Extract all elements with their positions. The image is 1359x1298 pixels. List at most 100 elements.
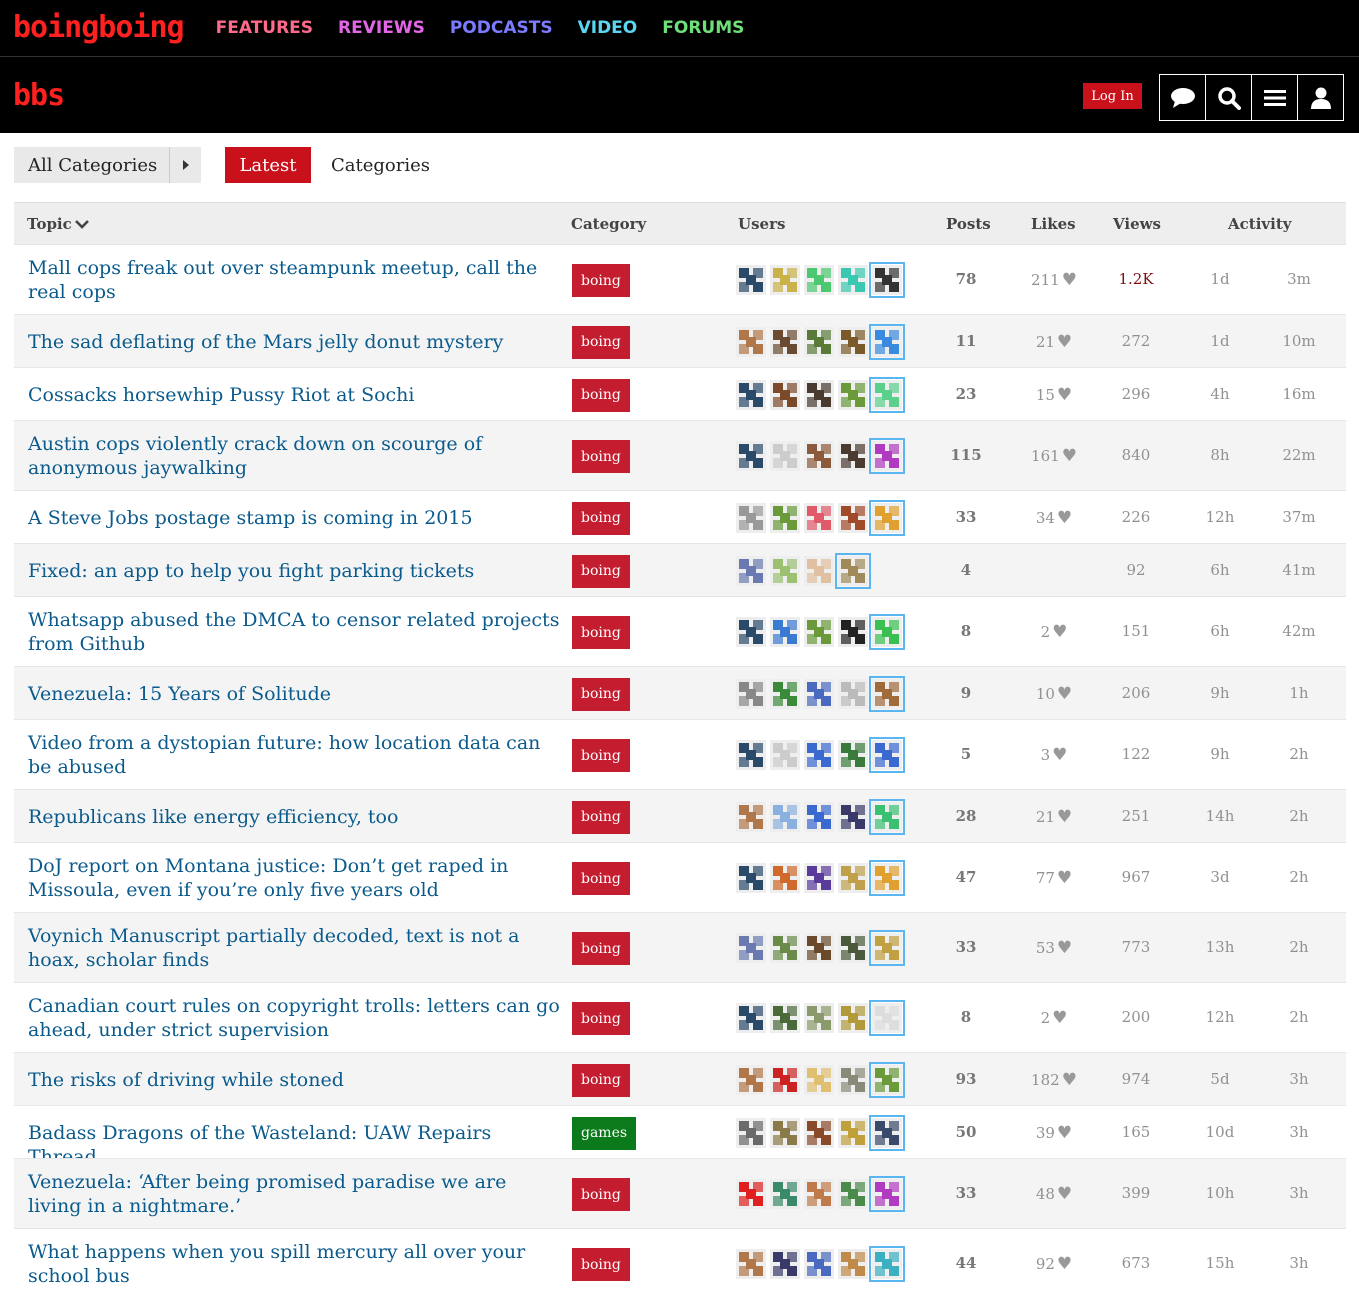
last-activity[interactable]: 2h	[1276, 868, 1322, 886]
created-age[interactable]: 1d	[1199, 270, 1241, 288]
avatar[interactable]	[804, 502, 834, 533]
posts-count[interactable]: 93	[946, 1070, 986, 1088]
last-activity[interactable]: 22m	[1276, 446, 1322, 464]
avatar[interactable]	[770, 801, 800, 832]
avatar[interactable]	[736, 502, 766, 533]
avatar[interactable]	[869, 675, 905, 712]
created-age[interactable]: 10d	[1199, 1123, 1241, 1141]
col-views[interactable]: Views	[1113, 215, 1161, 233]
avatar[interactable]	[736, 863, 766, 893]
created-age[interactable]: 9h	[1199, 684, 1241, 702]
avatar[interactable]	[804, 1003, 834, 1033]
avatar[interactable]	[869, 860, 905, 896]
avatar[interactable]	[770, 678, 800, 709]
menu-button[interactable]	[1251, 74, 1298, 121]
avatar[interactable]	[804, 555, 834, 586]
avatar[interactable]	[770, 1117, 800, 1148]
avatar[interactable]	[838, 933, 868, 963]
category-badge[interactable]: boing	[572, 932, 630, 965]
topic-title-link[interactable]: Fixed: an app to help you fight parking …	[28, 559, 563, 583]
last-activity[interactable]: 41m	[1276, 561, 1322, 579]
created-age[interactable]: 1d	[1199, 332, 1241, 350]
nav-forums[interactable]: FORUMS	[662, 18, 744, 38]
avatar[interactable]	[838, 1064, 868, 1095]
avatar[interactable]	[869, 614, 905, 650]
login-button[interactable]: Log In	[1083, 83, 1142, 109]
last-activity[interactable]: 10m	[1276, 332, 1322, 350]
last-activity[interactable]: 42m	[1276, 622, 1322, 640]
topic-title-link[interactable]: Cossacks horsewhip Pussy Riot at Sochi	[28, 383, 563, 407]
avatar[interactable]	[736, 1117, 766, 1148]
topic-title-link[interactable]: Venezuela: 15 Years of Solitude	[28, 682, 563, 706]
category-badge[interactable]: boing	[572, 440, 630, 473]
avatar[interactable]	[770, 1179, 800, 1209]
avatar[interactable]	[838, 441, 868, 471]
avatar[interactable]	[770, 617, 800, 647]
last-activity[interactable]: 2h	[1276, 745, 1322, 763]
topic-title-link[interactable]: Venezuela: ‘After being promised paradis…	[28, 1170, 563, 1218]
tab-categories[interactable]: Categories	[331, 147, 430, 183]
posts-count[interactable]: 28	[946, 807, 986, 825]
avatar[interactable]	[838, 801, 868, 832]
avatar[interactable]	[804, 265, 834, 295]
created-age[interactable]: 3d	[1199, 868, 1241, 886]
avatar[interactable]	[869, 1114, 905, 1151]
topic-title-link[interactable]: Whatsapp abused the DMCA to censor relat…	[28, 608, 563, 656]
avatar[interactable]	[736, 265, 766, 295]
created-age[interactable]: 10h	[1199, 1184, 1241, 1202]
avatar[interactable]	[804, 740, 834, 770]
avatar[interactable]	[736, 1179, 766, 1209]
posts-count[interactable]: 8	[946, 1008, 986, 1026]
avatar[interactable]	[804, 1064, 834, 1095]
avatar[interactable]	[770, 740, 800, 770]
created-age[interactable]: 6h	[1199, 622, 1241, 640]
avatar[interactable]	[736, 933, 766, 963]
avatar[interactable]	[838, 502, 868, 533]
avatar[interactable]	[736, 441, 766, 471]
nav-video[interactable]: VIDEO	[578, 18, 638, 38]
last-activity[interactable]: 3m	[1276, 270, 1322, 288]
avatar[interactable]	[770, 555, 800, 586]
created-age[interactable]: 13h	[1199, 938, 1241, 956]
last-activity[interactable]: 1h	[1276, 684, 1322, 702]
boingboing-logo[interactable]: boingboing	[13, 13, 185, 43]
avatar[interactable]	[736, 326, 766, 357]
last-activity[interactable]: 16m	[1276, 385, 1322, 403]
avatar[interactable]	[770, 265, 800, 295]
avatar[interactable]	[838, 1179, 868, 1209]
created-age[interactable]: 4h	[1199, 385, 1241, 403]
avatar[interactable]	[770, 441, 800, 471]
last-activity[interactable]: 3h	[1276, 1123, 1322, 1141]
topic-title-link[interactable]: Austin cops violently crack down on scou…	[28, 432, 563, 480]
category-badge[interactable]: games	[572, 1116, 637, 1150]
posts-count[interactable]: 9	[946, 684, 986, 702]
category-badge[interactable]: boing	[572, 862, 630, 895]
avatar[interactable]	[869, 376, 905, 413]
posts-count[interactable]: 11	[946, 332, 986, 350]
posts-count[interactable]: 4	[946, 561, 986, 579]
avatar[interactable]	[838, 1249, 868, 1279]
created-age[interactable]: 12h	[1199, 1008, 1241, 1026]
posts-count[interactable]: 44	[946, 1254, 986, 1272]
last-activity[interactable]: 2h	[1276, 1008, 1322, 1026]
posts-count[interactable]: 50	[946, 1123, 986, 1141]
avatar[interactable]	[838, 863, 868, 893]
avatar[interactable]	[770, 326, 800, 357]
category-badge[interactable]: boing	[572, 1063, 630, 1097]
posts-count[interactable]: 33	[946, 938, 986, 956]
avatar[interactable]	[770, 1003, 800, 1033]
last-activity[interactable]: 3h	[1276, 1070, 1322, 1088]
category-badge[interactable]: boing	[572, 264, 630, 297]
avatar[interactable]	[736, 555, 766, 586]
topic-title-link[interactable]: Voynich Manuscript partially decoded, te…	[28, 924, 563, 972]
avatar[interactable]	[804, 1249, 834, 1279]
category-badge[interactable]: boing	[572, 800, 630, 834]
avatar[interactable]	[838, 1003, 868, 1033]
posts-count[interactable]: 33	[946, 508, 986, 526]
avatar[interactable]	[838, 265, 868, 295]
avatar[interactable]	[804, 617, 834, 647]
topic-title-link[interactable]: Mall cops freak out over steampunk meetu…	[28, 256, 563, 304]
avatar[interactable]	[770, 1249, 800, 1279]
avatar[interactable]	[869, 1000, 905, 1036]
category-dropdown[interactable]: All Categories	[14, 147, 201, 183]
